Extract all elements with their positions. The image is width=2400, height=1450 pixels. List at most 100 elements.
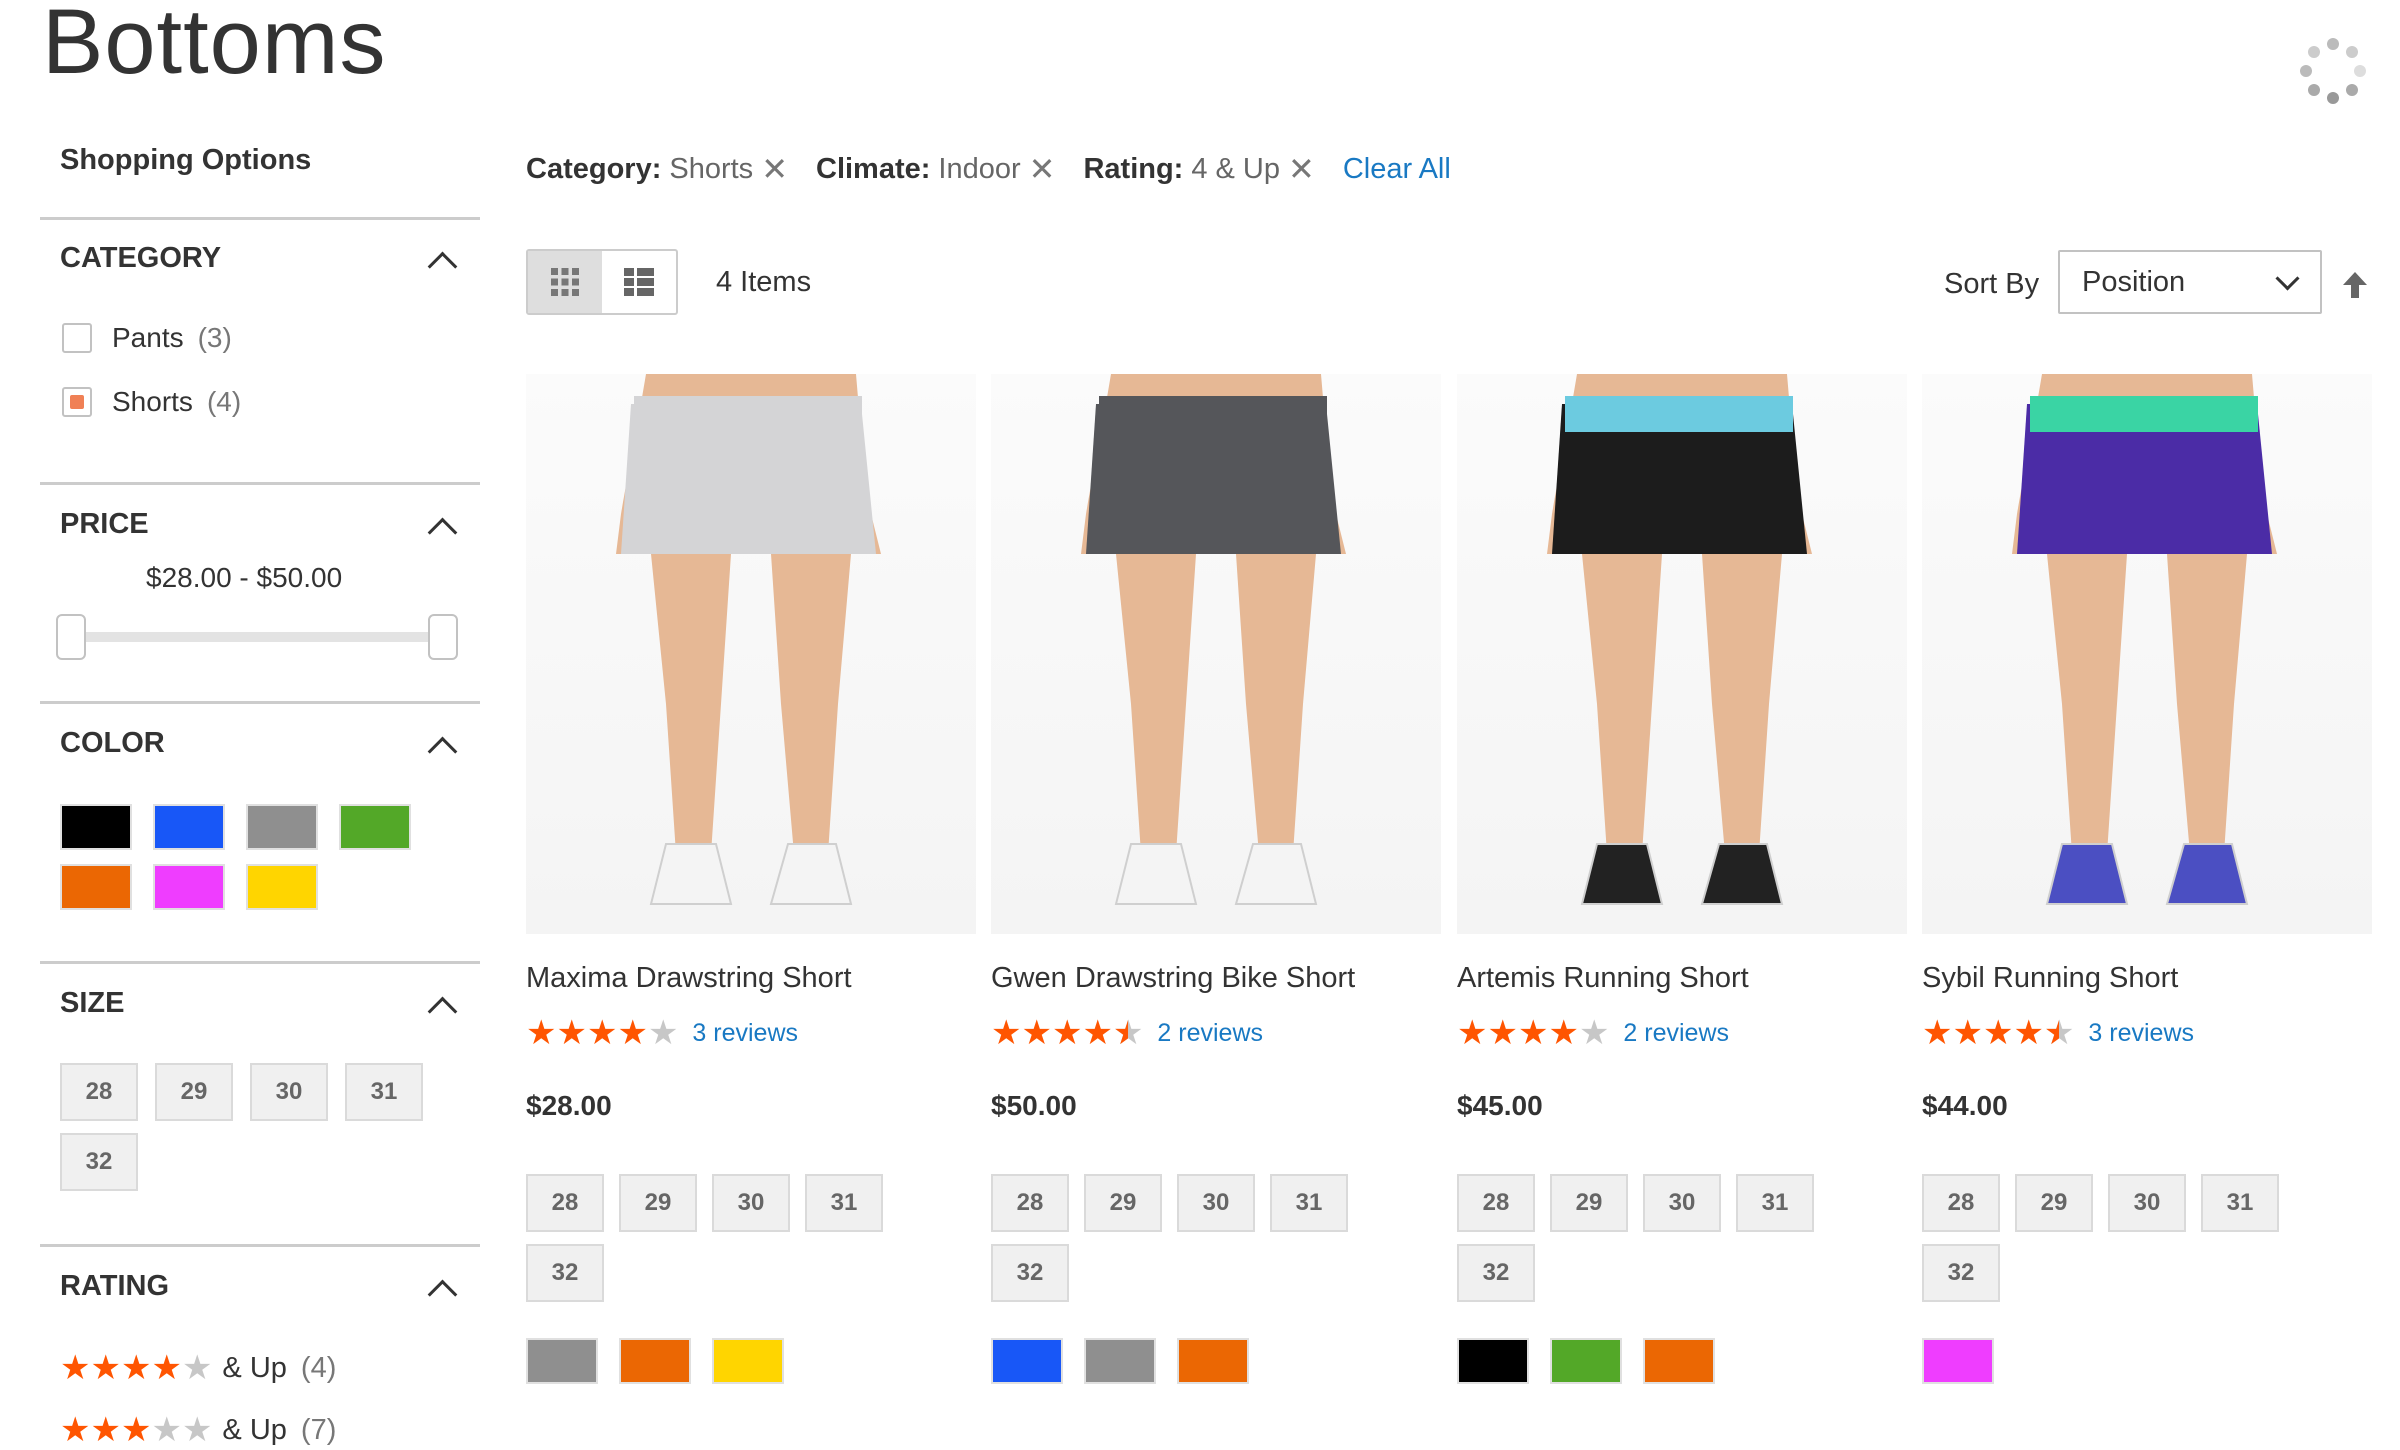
- color-swatch[interactable]: [60, 864, 132, 910]
- product-name-link[interactable]: Maxima Drawstring Short: [526, 962, 852, 995]
- sort-direction-button[interactable]: [2342, 270, 2368, 305]
- product-color-swatch[interactable]: [526, 1338, 598, 1384]
- product-size-option[interactable]: 30: [1643, 1174, 1721, 1232]
- product-color-swatch[interactable]: [1084, 1338, 1156, 1384]
- product-size-option[interactable]: 30: [2108, 1174, 2186, 1232]
- product-size-option[interactable]: 29: [2015, 1174, 2093, 1232]
- grid-icon: [551, 268, 579, 296]
- color-swatch[interactable]: [339, 804, 411, 850]
- rating-option-count: (4): [300, 1351, 337, 1384]
- product-photo[interactable]: [526, 374, 976, 934]
- product-color-swatch[interactable]: [1177, 1338, 1249, 1384]
- list-view-button[interactable]: [602, 251, 676, 313]
- filter-title-category[interactable]: CATEGORY: [60, 242, 221, 275]
- chevron-up-icon[interactable]: [427, 251, 458, 282]
- size-option[interactable]: 29: [155, 1063, 233, 1121]
- rating-filter-option[interactable]: ★ ★ ★ ★ ★ & Up (4): [60, 1351, 336, 1385]
- page-title: Bottoms: [42, 0, 387, 93]
- product-size-option[interactable]: 28: [991, 1174, 1069, 1232]
- product-size-option[interactable]: 31: [2201, 1174, 2279, 1232]
- remove-filter-icon[interactable]: ✕: [1288, 150, 1315, 188]
- size-option[interactable]: 32: [60, 1133, 138, 1191]
- price-slider-min-handle[interactable]: [56, 614, 86, 660]
- size-option[interactable]: 30: [250, 1063, 328, 1121]
- chevron-up-icon[interactable]: [427, 996, 458, 1027]
- product-size-option[interactable]: 32: [1922, 1244, 2000, 1302]
- product-name-link[interactable]: Sybil Running Short: [1922, 962, 2178, 995]
- color-swatch[interactable]: [153, 804, 225, 850]
- filter-value: 4 & Up: [1191, 152, 1281, 185]
- remove-filter-icon[interactable]: ✕: [1029, 150, 1056, 188]
- product-color-swatch[interactable]: [991, 1338, 1063, 1384]
- product-color-swatch[interactable]: [1550, 1338, 1622, 1384]
- product-photo[interactable]: [991, 374, 1441, 934]
- product-size-option[interactable]: 28: [1457, 1174, 1535, 1232]
- product-color-swatch[interactable]: [1643, 1338, 1715, 1384]
- product-color-swatch[interactable]: [619, 1338, 691, 1384]
- checkbox[interactable]: [62, 323, 92, 353]
- rating-stars-icon: ★ ★ ★ ★ ★: [526, 1014, 679, 1052]
- product-size-option[interactable]: 32: [991, 1244, 1069, 1302]
- reviews-link[interactable]: 3 reviews: [2088, 1019, 2194, 1048]
- size-option[interactable]: 28: [60, 1063, 138, 1121]
- price-range-text: $28.00 - $50.00: [146, 562, 343, 593]
- product-price: $50.00: [991, 1090, 1077, 1121]
- divider: [40, 482, 480, 485]
- filter-label: Rating:: [1083, 152, 1184, 185]
- product-name-link[interactable]: Gwen Drawstring Bike Short: [991, 962, 1355, 995]
- filter-title-color[interactable]: COLOR: [60, 727, 165, 760]
- product-image: [2012, 374, 2277, 905]
- product-size-option[interactable]: 31: [805, 1174, 883, 1232]
- rating-stars-icon: ★ ★ ★ ★ ★: [60, 1349, 213, 1387]
- product-photo[interactable]: [1922, 374, 2372, 934]
- product-color-swatch[interactable]: [712, 1338, 784, 1384]
- product-name-link[interactable]: Artemis Running Short: [1457, 962, 1749, 995]
- product-size-option[interactable]: 31: [1270, 1174, 1348, 1232]
- category-option-label: Shorts: [112, 386, 193, 417]
- color-swatch[interactable]: [60, 804, 132, 850]
- color-swatch[interactable]: [246, 864, 318, 910]
- price-slider-max-handle[interactable]: [428, 614, 458, 660]
- reviews-link[interactable]: 2 reviews: [1623, 1019, 1729, 1048]
- product-reviews-summary: ★★★★★ 3 reviews: [1922, 1016, 2194, 1050]
- product-image: [1081, 374, 1346, 905]
- checkbox-checked[interactable]: [62, 387, 92, 417]
- product-size-option[interactable]: 29: [1084, 1174, 1162, 1232]
- product-size-option[interactable]: 29: [619, 1174, 697, 1232]
- product-size-option[interactable]: 30: [712, 1174, 790, 1232]
- sort-by-select[interactable]: Position: [2058, 250, 2322, 314]
- reviews-link[interactable]: 3 reviews: [692, 1019, 798, 1048]
- rating-filter-option[interactable]: ★ ★ ★ ★ ★ & Up (7): [60, 1413, 336, 1447]
- product-photo[interactable]: [1457, 374, 1907, 934]
- color-swatch[interactable]: [246, 804, 318, 850]
- category-option-shorts[interactable]: Shorts (4): [62, 386, 241, 418]
- chevron-up-icon[interactable]: [427, 736, 458, 767]
- product-size-option[interactable]: 32: [526, 1244, 604, 1302]
- chevron-up-icon[interactable]: [427, 1279, 458, 1310]
- product-color-swatch[interactable]: [1457, 1338, 1529, 1384]
- product-size-option[interactable]: 28: [526, 1174, 604, 1232]
- clear-all-link[interactable]: Clear All: [1343, 153, 1451, 186]
- grid-view-button[interactable]: [528, 251, 602, 313]
- chevron-up-icon[interactable]: [427, 517, 458, 548]
- items-count: 4 Items: [716, 266, 812, 298]
- product-size-option[interactable]: 28: [1922, 1174, 2000, 1232]
- price-slider-track[interactable]: [70, 632, 440, 642]
- size-option[interactable]: 31: [345, 1063, 423, 1121]
- reviews-link[interactable]: 2 reviews: [1157, 1019, 1263, 1048]
- rating-stars-icon: ★ ★ ★ ★ ★: [1457, 1014, 1610, 1052]
- product-size-option[interactable]: 32: [1457, 1244, 1535, 1302]
- product-size-option[interactable]: 30: [1177, 1174, 1255, 1232]
- filter-title-rating[interactable]: RATING: [60, 1270, 169, 1303]
- filter-title-price[interactable]: PRICE: [60, 508, 149, 541]
- product-price: $45.00: [1457, 1090, 1543, 1121]
- filter-title-size[interactable]: SIZE: [60, 987, 124, 1020]
- arrow-up-icon: [2343, 272, 2367, 298]
- product-size-option[interactable]: 29: [1550, 1174, 1628, 1232]
- category-option-pants[interactable]: Pants (3): [62, 322, 232, 354]
- color-swatch[interactable]: [153, 864, 225, 910]
- product-color-swatch[interactable]: [1922, 1338, 1994, 1384]
- remove-filter-icon[interactable]: ✕: [761, 150, 788, 188]
- product-size-option[interactable]: 31: [1736, 1174, 1814, 1232]
- filter-label: Category:: [526, 152, 662, 185]
